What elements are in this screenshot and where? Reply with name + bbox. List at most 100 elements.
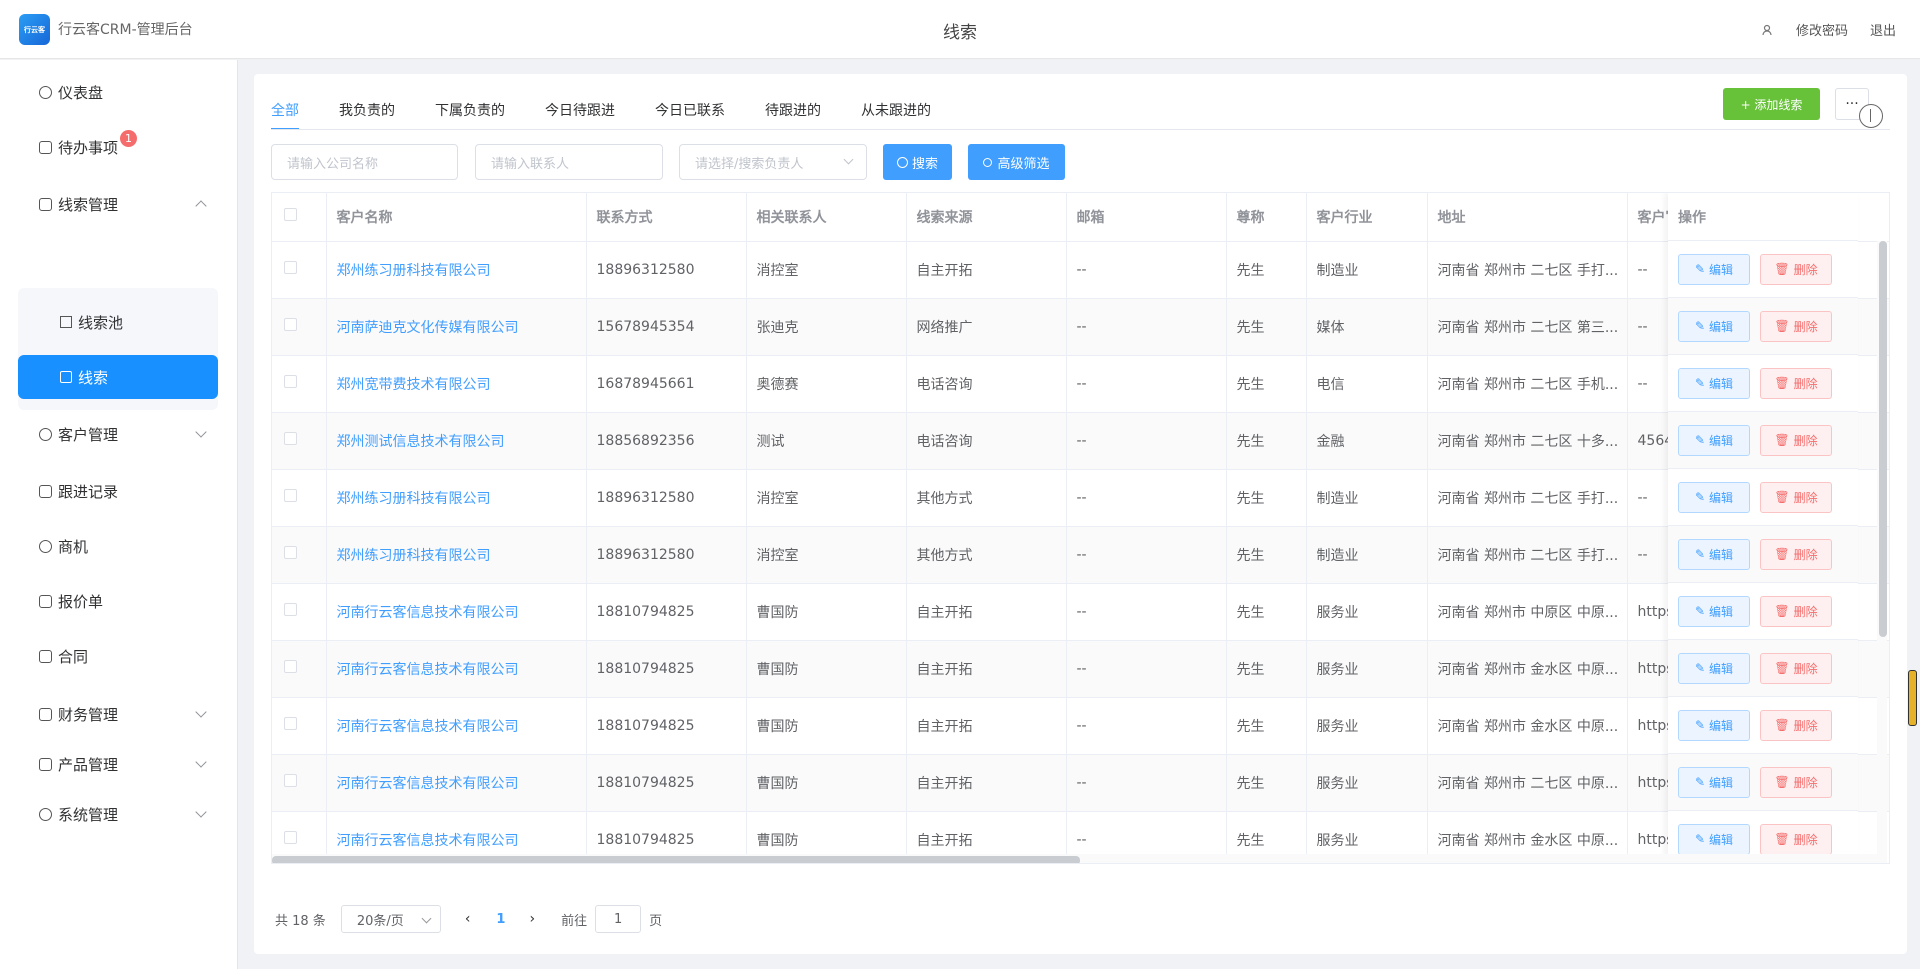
operations-row: ✎ 编辑 🗑 删除 [1668,583,1858,640]
row-checkbox[interactable] [284,717,297,730]
row-checkbox[interactable] [284,432,297,445]
delete-button[interactable]: 🗑 删除 [1760,481,1832,513]
table-row[interactable]: 河南行云客信息技术有限公司 18810794825 曹国防 自主开拓 -- 先生 服务业 河南… [272,640,1889,698]
delete-button[interactable]: 🗑 删除 [1760,652,1832,684]
sidebar-item-dashboard[interactable]: 仪表盘 [0,72,238,112]
horizontal-scrollbar[interactable] [272,854,1877,863]
next-page-button[interactable]: › [529,911,535,927]
table-cell: 自主开拓 [906,583,1067,641]
edit-button[interactable]: ✎ 编辑 [1678,709,1750,741]
row-checkbox[interactable] [284,318,297,331]
delete-button[interactable]: 🗑 删除 [1760,253,1832,285]
sidebar-item-opportunities[interactable]: 商机 [0,526,238,566]
user-icon[interactable] [1760,23,1774,37]
vertical-scroll-thumb[interactable] [1879,241,1887,637]
edit-button[interactable]: ✎ 编辑 [1678,424,1750,456]
delete-button[interactable]: 🗑 删除 [1760,709,1832,741]
tab-pending-follow[interactable]: 待跟进的 [765,100,821,130]
tab-mine[interactable]: 我负责的 [339,100,395,130]
edit-button[interactable]: ✎ 编辑 [1678,766,1750,798]
page-size-select[interactable]: 20条/页 [340,905,441,933]
customer-name-link[interactable]: 郑州练习册科技有限公司 [326,526,587,584]
sidebar-item-contracts[interactable]: 合同 [0,636,238,676]
tab-follow-today[interactable]: 今日待跟进 [545,100,615,130]
edit-button[interactable]: ✎ 编辑 [1678,310,1750,342]
delete-button[interactable]: 🗑 删除 [1760,766,1832,798]
customer-name-link[interactable]: 郑州练习册科技有限公司 [326,469,587,527]
row-checkbox[interactable] [284,489,297,502]
delete-button[interactable]: 🗑 删除 [1760,595,1832,627]
sidebar-item-leads-management[interactable]: 线索管理 [0,184,238,224]
delete-button[interactable]: 🗑 删除 [1760,424,1832,456]
sidebar-item-customers[interactable]: 客户管理 [0,414,238,454]
edit-button[interactable]: ✎ 编辑 [1678,538,1750,570]
delete-button[interactable]: 🗑 删除 [1760,367,1832,399]
prev-page-button[interactable]: ‹ [465,911,471,927]
row-checkbox[interactable] [284,546,297,559]
edit-button[interactable]: ✎ 编辑 [1678,652,1750,684]
customer-name-link[interactable]: 河南行云客信息技术有限公司 [326,640,587,698]
sidebar-item-quotes[interactable]: 报价单 [0,581,238,621]
table-cell: -- [1066,412,1227,470]
row-checkbox[interactable] [284,603,297,616]
tab-never-followed[interactable]: 从未跟进的 [861,100,931,130]
row-checkbox[interactable] [284,261,297,274]
add-lead-button[interactable]: + 添加线索 [1723,88,1820,120]
logout-link[interactable]: 退出 [1870,20,1896,39]
change-password-link[interactable]: 修改密码 [1796,20,1848,39]
customer-name-link[interactable]: 郑州练习册科技有限公司 [326,241,587,299]
customer-name-link[interactable]: 郑州宽带费技术有限公司 [326,355,587,413]
table-row[interactable]: 郑州宽带费技术有限公司 16878945661 奥德赛 电话咨询 -- 先生 电信 河南省 郑… [272,355,1889,413]
page-scroll-thumb[interactable] [1908,670,1917,726]
table-cell: 18810794825 [586,697,747,755]
table-row[interactable]: 郑州练习册科技有限公司 18896312580 消控室 自主开拓 -- 先生 制造业 河南省 … [272,241,1889,299]
edit-button[interactable]: ✎ 编辑 [1678,481,1750,513]
sidebar-item-followups[interactable]: 跟进记录 [0,471,238,511]
current-page[interactable]: 1 [496,912,505,927]
vertical-scrollbar[interactable] [1877,241,1887,863]
contact-input[interactable]: 请输入联系人 [475,144,663,180]
table-row[interactable]: 郑州测试信息技术有限公司 18856892356 测试 电话咨询 -- 先生 金融 河南省 郑… [272,412,1889,470]
tab-subordinates[interactable]: 下属负责的 [435,100,505,130]
table-row[interactable]: 郑州练习册科技有限公司 18896312580 消控室 其他方式 -- 先生 制造业 河南省 … [272,469,1889,527]
sidebar-item-todo[interactable]: 待办事项 1 [0,127,238,167]
select-all-checkbox[interactable] [284,208,297,222]
row-checkbox[interactable] [284,831,297,844]
document-icon [39,594,52,608]
sidebar-item-leads[interactable]: 线索 [18,355,218,399]
advanced-filter-button[interactable]: 高级筛选 [968,144,1065,180]
search-button[interactable]: 搜索 [883,144,952,180]
delete-button[interactable]: 🗑 删除 [1760,823,1832,855]
horizontal-scroll-thumb[interactable] [272,856,1080,863]
customer-name-link[interactable]: 郑州测试信息技术有限公司 [326,412,587,470]
row-checkbox[interactable] [284,774,297,787]
delete-button[interactable]: 🗑 删除 [1760,310,1832,342]
table-row[interactable]: 河南行云客信息技术有限公司 18810794825 曹国防 自主开拓 -- 先生 服务业 河南… [272,583,1889,641]
owner-select[interactable]: 请选择/搜索负责人 [679,144,867,180]
customer-name-link[interactable]: 河南行云客信息技术有限公司 [326,754,587,812]
tab-all[interactable]: 全部 [271,100,299,130]
edit-button[interactable]: ✎ 编辑 [1678,595,1750,627]
sidebar-item-lead-pool[interactable]: 线索池 [18,300,218,344]
sidebar-item-finance[interactable]: 财务管理 [0,694,238,734]
table-row[interactable]: 河南萨迪克文化传媒有限公司 15678945354 张迪克 网络推广 -- 先生 媒体 河南省… [272,298,1889,356]
tab-contacted-today[interactable]: 今日已联系 [655,100,725,130]
table-row[interactable]: 郑州练习册科技有限公司 18896312580 消控室 其他方式 -- 先生 制造业 河南省 … [272,526,1889,584]
goto-page-input[interactable]: 1 [595,905,642,933]
table-row[interactable]: 河南行云客信息技术有限公司 18810794825 曹国防 自主开拓 -- 先生 服务业 河南… [272,697,1889,755]
company-name-input[interactable]: 请输入公司名称 [271,144,458,180]
row-checkbox[interactable] [284,660,297,673]
customer-name-link[interactable]: 河南萨迪克文化传媒有限公司 [326,298,587,356]
edit-button[interactable]: ✎ 编辑 [1678,253,1750,285]
delete-label: 删除 [1793,661,1818,676]
customer-name-link[interactable]: 河南行云客信息技术有限公司 [326,697,587,755]
operations-row: ✎ 编辑 🗑 删除 [1668,298,1858,355]
row-checkbox[interactable] [284,375,297,388]
edit-button[interactable]: ✎ 编辑 [1678,367,1750,399]
edit-button[interactable]: ✎ 编辑 [1678,823,1750,855]
delete-button[interactable]: 🗑 删除 [1760,538,1832,570]
sidebar-item-products[interactable]: 产品管理 [0,744,238,784]
customer-name-link[interactable]: 河南行云客信息技术有限公司 [326,583,587,641]
table-row[interactable]: 河南行云客信息技术有限公司 18810794825 曹国防 自主开拓 -- 先生 服务业 河南… [272,754,1889,812]
sidebar-item-system[interactable]: 系统管理 [0,794,238,834]
